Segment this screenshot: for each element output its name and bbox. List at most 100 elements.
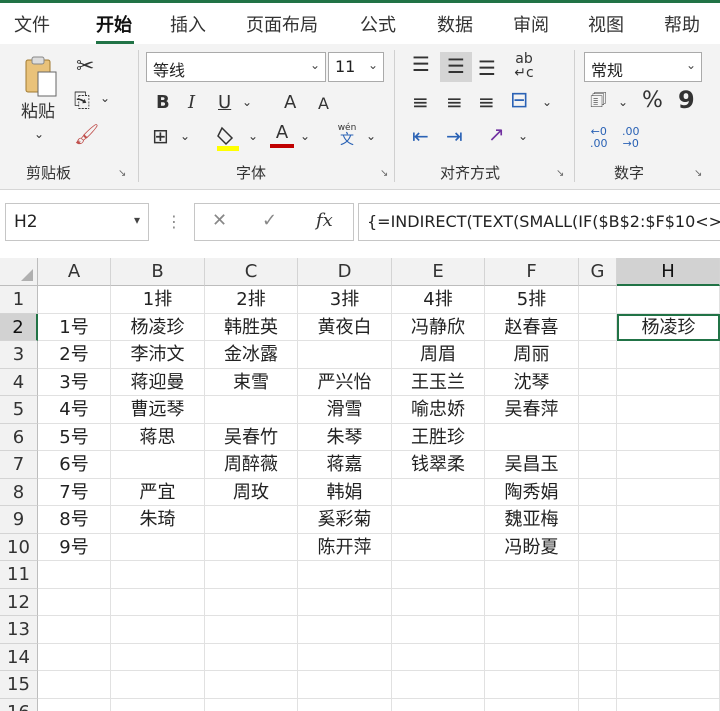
clipboard-launcher-icon[interactable]: ↘	[118, 168, 126, 179]
table-cell[interactable]	[579, 588, 617, 616]
table-cell[interactable]	[111, 588, 205, 616]
table-cell[interactable]	[617, 506, 720, 534]
table-cell[interactable]: 陈开萍	[298, 533, 392, 561]
accounting-format-icon[interactable]: 🗊	[590, 92, 607, 110]
table-cell[interactable]	[617, 561, 720, 589]
table-cell[interactable]: 沈琴	[485, 368, 579, 396]
phonetic-icon[interactable]: wén 文	[334, 124, 360, 148]
table-cell[interactable]: 杨凌珍	[111, 313, 205, 341]
table-cell[interactable]	[111, 451, 205, 479]
active-cell[interactable]: 杨凌珍	[617, 313, 720, 341]
table-cell[interactable]	[579, 451, 617, 479]
column-header-h[interactable]: H	[617, 258, 720, 286]
table-cell[interactable]	[205, 506, 298, 534]
table-cell[interactable]	[298, 616, 392, 644]
table-cell[interactable]	[111, 616, 205, 644]
row-header[interactable]: 15	[0, 671, 38, 699]
table-cell[interactable]	[392, 533, 485, 561]
font-launcher-icon[interactable]: ↘	[380, 168, 388, 179]
row-header[interactable]: 10	[0, 533, 38, 561]
table-cell[interactable]	[485, 698, 579, 711]
table-cell[interactable]	[111, 643, 205, 671]
font-color-dropdown-icon[interactable]: ⌄	[300, 130, 310, 142]
comma-style-button[interactable]: 9	[678, 88, 695, 112]
table-cell[interactable]: 6号	[38, 451, 111, 479]
table-cell[interactable]: 王胜珍	[392, 423, 485, 451]
insert-function-button[interactable]: fx	[316, 210, 333, 231]
table-cell[interactable]	[579, 698, 617, 711]
table-cell[interactable]: 1排	[111, 286, 205, 314]
table-cell[interactable]: 9号	[38, 533, 111, 561]
table-cell[interactable]: 周眉	[392, 341, 485, 369]
italic-button[interactable]: I	[188, 94, 195, 112]
table-cell[interactable]	[617, 341, 720, 369]
more-options-icon[interactable]: ⋮	[166, 212, 182, 231]
tab-view[interactable]: 视图	[588, 11, 624, 37]
table-cell[interactable]	[617, 451, 720, 479]
column-header-g[interactable]: G	[579, 258, 617, 286]
table-cell[interactable]	[485, 588, 579, 616]
table-cell[interactable]: 3号	[38, 368, 111, 396]
table-cell[interactable]	[392, 643, 485, 671]
table-cell[interactable]	[205, 643, 298, 671]
table-cell[interactable]: 吴春萍	[485, 396, 579, 424]
table-cell[interactable]	[579, 671, 617, 699]
table-cell[interactable]	[38, 643, 111, 671]
table-cell[interactable]: 2排	[205, 286, 298, 314]
table-cell[interactable]: 1号	[38, 313, 111, 341]
table-cell[interactable]: 吴昌玉	[485, 451, 579, 479]
table-cell[interactable]: 蒋嘉	[298, 451, 392, 479]
table-cell[interactable]: 吴春竹	[205, 423, 298, 451]
table-cell[interactable]: 曹远琴	[111, 396, 205, 424]
underline-dropdown-icon[interactable]: ⌄	[242, 96, 252, 108]
table-cell[interactable]: 陶秀娟	[485, 478, 579, 506]
table-cell[interactable]	[205, 396, 298, 424]
table-cell[interactable]: 严兴怡	[298, 368, 392, 396]
row-header[interactable]: 13	[0, 616, 38, 644]
table-cell[interactable]	[579, 478, 617, 506]
table-cell[interactable]	[392, 698, 485, 711]
table-cell[interactable]	[298, 671, 392, 699]
table-cell[interactable]	[298, 698, 392, 711]
table-cell[interactable]	[392, 671, 485, 699]
table-cell[interactable]	[617, 588, 720, 616]
tab-insert[interactable]: 插入	[170, 11, 206, 37]
table-cell[interactable]	[617, 396, 720, 424]
table-cell[interactable]	[111, 533, 205, 561]
row-header[interactable]: 6	[0, 423, 38, 451]
bold-button[interactable]: B	[156, 94, 170, 112]
increase-indent-icon[interactable]: ⇥	[446, 126, 463, 146]
table-cell[interactable]	[579, 286, 617, 314]
table-cell[interactable]	[579, 313, 617, 341]
table-cell[interactable]	[579, 506, 617, 534]
table-cell[interactable]	[485, 423, 579, 451]
table-cell[interactable]: 黄夜白	[298, 313, 392, 341]
table-cell[interactable]: 周醉薇	[205, 451, 298, 479]
column-header-c[interactable]: C	[205, 258, 298, 286]
table-cell[interactable]	[579, 423, 617, 451]
table-cell[interactable]	[392, 561, 485, 589]
table-cell[interactable]	[205, 616, 298, 644]
table-cell[interactable]	[392, 506, 485, 534]
table-cell[interactable]: 周丽	[485, 341, 579, 369]
table-cell[interactable]	[298, 341, 392, 369]
row-header[interactable]: 12	[0, 588, 38, 616]
underline-button[interactable]: U	[218, 94, 231, 112]
cut-icon[interactable]: ✂	[76, 56, 94, 78]
borders-icon[interactable]: ⊞	[152, 126, 169, 146]
column-header-f[interactable]: F	[485, 258, 579, 286]
table-cell[interactable]	[38, 286, 111, 314]
column-header-b[interactable]: B	[111, 258, 205, 286]
table-cell[interactable]	[617, 533, 720, 561]
table-cell[interactable]	[298, 643, 392, 671]
table-cell[interactable]	[38, 698, 111, 711]
font-size-select[interactable]: 11 ⌄	[328, 52, 384, 82]
table-cell[interactable]	[617, 616, 720, 644]
table-cell[interactable]: 赵春喜	[485, 313, 579, 341]
accounting-dropdown-icon[interactable]: ⌄	[618, 96, 628, 108]
table-cell[interactable]	[392, 588, 485, 616]
table-cell[interactable]	[617, 643, 720, 671]
table-cell[interactable]	[38, 616, 111, 644]
row-header[interactable]: 5	[0, 396, 38, 424]
wrap-text-icon[interactable]: ab ↵c	[512, 52, 536, 80]
